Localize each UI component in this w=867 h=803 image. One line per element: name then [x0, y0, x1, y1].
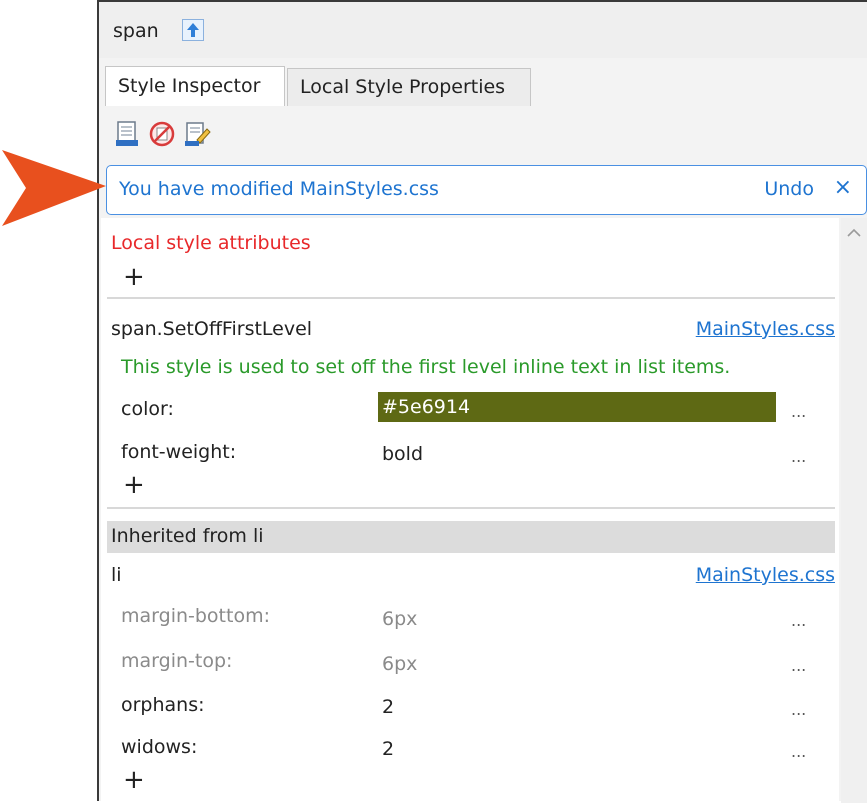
notification-message: You have modified MainStyles.css — [119, 178, 439, 200]
property-value[interactable]: 6px — [382, 653, 417, 675]
property-name: widows: — [121, 736, 198, 758]
property-value[interactable]: 2 — [382, 696, 394, 718]
no-style-icon[interactable] — [148, 120, 176, 148]
color-value-swatch[interactable]: #5e6914 — [378, 392, 776, 422]
notification-file: MainStyles.css — [299, 178, 439, 200]
toolbar — [99, 106, 867, 162]
modified-notification: You have modified MainStyles.css Undo × — [106, 165, 867, 215]
inherited-label: Inherited from li — [111, 525, 264, 547]
more-button[interactable]: ... — [791, 656, 806, 675]
element-header: span — [99, 2, 867, 58]
section-divider — [107, 507, 835, 509]
property-name: margin-top: — [121, 650, 233, 672]
notification-prefix: You have modified — [119, 178, 294, 200]
property-name: color: — [121, 398, 174, 420]
tab-bar: Style Inspector Local Style Properties — [99, 58, 867, 107]
style-list: Local style attributes + span.SetOffFirs… — [101, 218, 839, 803]
property-name: font-weight: — [121, 441, 237, 463]
undo-link[interactable]: Undo — [764, 178, 814, 200]
add-property-button[interactable]: + — [123, 767, 145, 793]
property-name: orphans: — [121, 694, 205, 716]
more-button[interactable]: ... — [791, 402, 806, 421]
rule-selector: span.SetOffFirstLevel — [111, 318, 313, 340]
more-button[interactable]: ... — [791, 700, 806, 719]
local-style-title: Local style attributes — [111, 232, 311, 254]
tab-style-inspector[interactable]: Style Inspector — [105, 66, 285, 107]
rule-description: This style is used to set off the first … — [121, 356, 731, 378]
style-inspector-panel: span Style Inspector Local Style Propert… — [97, 0, 867, 803]
rule-selector: li — [111, 564, 122, 586]
vertical-scrollbar[interactable] — [841, 218, 867, 803]
property-name: margin-bottom: — [121, 605, 270, 627]
more-button[interactable]: ... — [791, 742, 806, 761]
property-value[interactable]: 2 — [382, 738, 394, 760]
new-style-icon[interactable] — [113, 120, 141, 148]
add-property-button[interactable]: + — [123, 472, 145, 498]
callout-arrow-icon — [0, 148, 110, 228]
tab-local-style-properties[interactable]: Local Style Properties — [287, 68, 531, 106]
inherited-header: Inherited from li — [107, 521, 835, 553]
select-parent-button[interactable] — [182, 19, 204, 41]
property-value[interactable]: 6px — [382, 608, 417, 630]
more-button[interactable]: ... — [791, 611, 806, 630]
chevron-up-icon[interactable] — [845, 224, 863, 242]
property-value[interactable]: bold — [382, 443, 423, 465]
section-divider — [107, 297, 835, 299]
add-local-attribute-button[interactable]: + — [123, 264, 145, 290]
element-name: span — [113, 20, 159, 42]
close-icon[interactable]: × — [834, 175, 852, 200]
more-button[interactable]: ... — [791, 447, 806, 466]
rule-source-link[interactable]: MainStyles.css — [696, 318, 835, 340]
edit-style-icon[interactable] — [183, 120, 211, 148]
rule-source-link[interactable]: MainStyles.css — [696, 564, 835, 586]
